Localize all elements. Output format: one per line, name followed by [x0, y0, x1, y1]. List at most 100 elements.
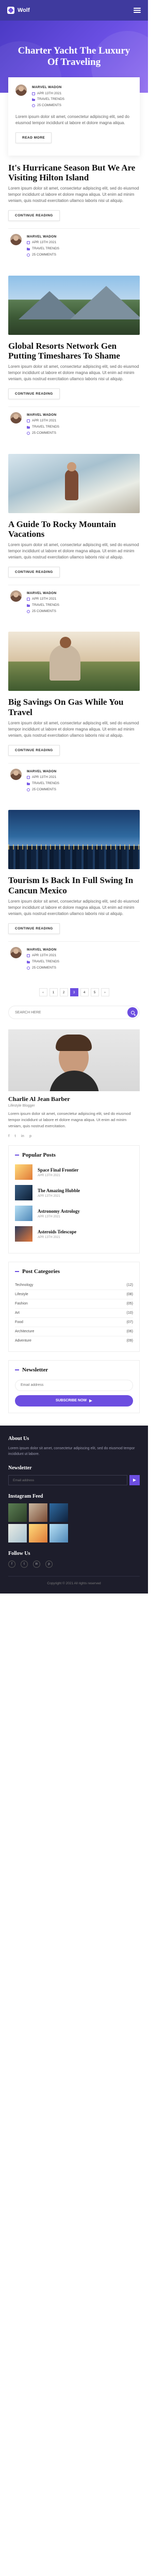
author-name: Charlie Al Jean Barber [8, 1095, 70, 1103]
post-image[interactable] [8, 275, 140, 335]
facebook-icon[interactable]: f [8, 1561, 15, 1568]
facebook-icon[interactable]: f [8, 1134, 9, 1138]
page-button-5[interactable]: 5 [90, 988, 99, 997]
twitter-icon[interactable]: t [14, 1134, 15, 1138]
featured-card: MARVEL WADON APR 13TH 2021 TRAVEL TRENDS… [8, 77, 140, 156]
popular-post-thumb [15, 1206, 32, 1222]
avatar [10, 233, 22, 245]
meta-comments[interactable]: 25 COMMENTS [32, 965, 56, 971]
search-input[interactable] [15, 1010, 127, 1014]
logo[interactable]: Wolf [7, 7, 30, 14]
popular-post-thumb [15, 1185, 32, 1201]
popular-post-item[interactable]: Asteroids Telescope APR 13TH 2021 [15, 1226, 133, 1242]
post-title[interactable]: Tourism Is Back In Full Swing In Cancun … [8, 875, 140, 895]
instagram-photo[interactable] [50, 1503, 68, 1522]
continue-reading-button[interactable]: CONTINUE READING [8, 923, 60, 934]
footer-subscribe-button[interactable] [129, 1475, 140, 1486]
page-button-4[interactable]: 4 [80, 988, 89, 997]
meta-comments[interactable]: 25 COMMENTS [32, 430, 56, 436]
meta-author[interactable]: MARVEL WADON [27, 412, 59, 418]
meta-category[interactable]: TRAVEL TRENDS [32, 781, 59, 787]
pinterest-icon[interactable]: p [29, 1134, 31, 1138]
post-image[interactable] [8, 632, 140, 691]
page-button-3[interactable]: 3 [70, 988, 78, 997]
site-footer: About Us Lorem ipsum dolor sit amet, con… [0, 1425, 148, 1594]
meta-category[interactable]: TRAVEL TRENDS [32, 959, 59, 965]
continue-reading-button[interactable]: CONTINUE READING [8, 566, 60, 578]
instagram-photo[interactable] [29, 1524, 47, 1543]
popular-post-date: APR 13TH 2021 [38, 1235, 60, 1239]
meta-category[interactable]: TRAVEL TRENDS [32, 424, 59, 430]
category-item[interactable]: Architecture (06) [15, 1327, 133, 1337]
popular-post-item[interactable]: Space Final Frontier APR 13TH 2021 [15, 1164, 133, 1180]
page-button-1[interactable]: 1 [49, 988, 58, 997]
logo-mark-icon [7, 7, 14, 14]
post-meta: MARVEL WADON APR 13TH 2021 TRAVEL TRENDS… [8, 584, 140, 620]
page-prev-button[interactable]: ‹ [39, 988, 47, 997]
category-item[interactable]: Art (10) [15, 1309, 133, 1318]
linkedin-icon[interactable]: in [33, 1561, 40, 1568]
meta-date: APR 13TH 2021 [32, 241, 57, 245]
newsletter-title: Newsletter [22, 1367, 48, 1374]
meta-category[interactable]: TRAVEL TRENDS [32, 246, 59, 252]
category-item[interactable]: Fashion (05) [15, 1299, 133, 1309]
subscribe-button[interactable]: SUBSCRIBE NOW [15, 1395, 133, 1406]
read-more-button[interactable]: READ MORE [15, 132, 52, 143]
folder-icon [27, 247, 30, 250]
post-title[interactable]: It's Hurricane Season But We Are Visitin… [8, 163, 140, 182]
twitter-icon[interactable]: t [21, 1561, 28, 1568]
page-button-2[interactable]: 2 [59, 988, 68, 997]
popular-post-date: APR 13TH 2021 [38, 1194, 60, 1198]
meta-category[interactable]: TRAVEL TRENDS [37, 96, 64, 103]
meta-comments[interactable]: 25 COMMENTS [32, 252, 56, 258]
continue-reading-button[interactable]: CONTINUE READING [8, 210, 60, 221]
popular-posts-widget: Popular Posts Space Final Frontier APR 13… [8, 1145, 140, 1254]
instagram-photo[interactable] [8, 1524, 27, 1543]
meta-comments[interactable]: 25 COMMENTS [32, 787, 56, 793]
search-button[interactable] [127, 1007, 138, 1018]
post-meta: MARVEL WADON APR 13TH 2021 TRAVEL TRENDS… [15, 84, 133, 114]
calendar-icon [27, 776, 30, 779]
calendar-icon [27, 598, 30, 601]
meta-author[interactable]: MARVEL WADON [27, 234, 59, 240]
meta-category[interactable]: TRAVEL TRENDS [32, 602, 59, 608]
meta-comments[interactable]: 25 COMMENTS [37, 103, 61, 109]
meta-date: APR 13TH 2021 [32, 954, 57, 958]
post-title[interactable]: Big Savings On Gas While You Travel [8, 697, 140, 717]
category-item[interactable]: Technology (12) [15, 1281, 133, 1291]
meta-author[interactable]: MARVEL WADON [27, 769, 59, 775]
category-item[interactable]: Food (07) [15, 1318, 133, 1328]
author-socials: f t in p [8, 1134, 140, 1138]
post-image[interactable] [8, 810, 140, 870]
page-next-button[interactable]: › [101, 988, 109, 997]
calendar-icon [27, 241, 30, 245]
footer-email-input[interactable] [8, 1475, 127, 1486]
continue-reading-button[interactable]: CONTINUE READING [8, 388, 60, 399]
post-excerpt: Lorem ipsum dolor sit amet, consectetur … [8, 364, 139, 382]
category-item[interactable]: Adventure (09) [15, 1336, 133, 1345]
instagram-photo[interactable] [8, 1503, 27, 1522]
popular-post-date: APR 13TH 2021 [38, 1174, 60, 1177]
subscribe-label: SUBSCRIBE NOW [55, 1399, 87, 1403]
author-photo [8, 1029, 140, 1092]
meta-author[interactable]: MARVEL WADON [32, 84, 64, 91]
newsletter-email-input[interactable] [15, 1379, 133, 1391]
instagram-photo[interactable] [29, 1503, 47, 1522]
post-title[interactable]: A Guide To Rocky Mountain Vacations [8, 519, 140, 539]
post-title[interactable]: Global Resorts Network Gen Putting Times… [8, 341, 140, 361]
avatar [15, 84, 27, 96]
continue-reading-button[interactable]: CONTINUE READING [8, 744, 60, 756]
hamburger-icon[interactable] [134, 8, 141, 13]
meta-date: APR 13TH 2021 [32, 775, 57, 779]
instagram-photo[interactable] [50, 1524, 68, 1543]
meta-author[interactable]: MARVEL WADON [27, 590, 59, 597]
meta-author[interactable]: MARVEL WADON [27, 947, 59, 953]
author-widget: Charlie Al Jean Barber Lifestyle Blogger… [0, 1029, 148, 1145]
popular-post-item[interactable]: The Amazing Hubble APR 13TH 2021 [15, 1185, 133, 1201]
meta-comments[interactable]: 25 COMMENTS [32, 608, 56, 615]
post-image[interactable] [8, 453, 140, 513]
popular-post-item[interactable]: Astronomy Astrology APR 13TH 2021 [15, 1206, 133, 1222]
linkedin-icon[interactable]: in [21, 1134, 24, 1138]
category-item[interactable]: Lifestyle (08) [15, 1290, 133, 1300]
pinterest-icon[interactable]: p [45, 1561, 53, 1568]
